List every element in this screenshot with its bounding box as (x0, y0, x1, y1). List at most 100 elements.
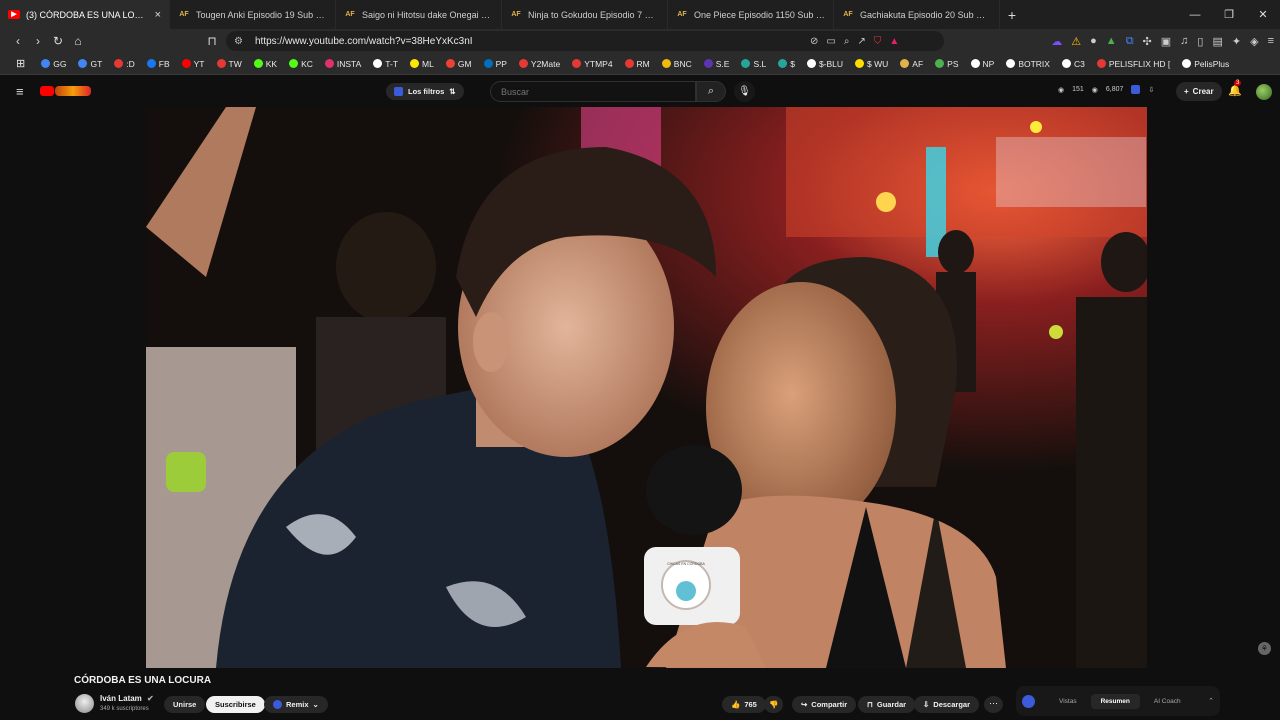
bookmark-item[interactable]: GG (35, 59, 72, 69)
apps-grid-icon[interactable]: ⊞ (10, 57, 35, 70)
bookmark-item[interactable]: INSTA (319, 59, 367, 69)
minimize-icon[interactable]: — (1178, 9, 1212, 21)
home-icon[interactable]: ⌂ (68, 34, 88, 48)
more-actions-button[interactable]: ⋯ (984, 696, 1003, 713)
channel-name[interactable]: Iván Latam ✔ (100, 694, 154, 703)
tab-ai-coach[interactable]: AI Coach (1144, 694, 1191, 709)
brave-shield-icon[interactable]: ⛉ (874, 36, 882, 47)
bookmark-item[interactable]: C3 (1056, 59, 1091, 69)
remix-button[interactable]: Remix ⌄ (264, 696, 328, 713)
account-avatar[interactable] (1256, 84, 1272, 100)
zoom-icon[interactable]: ⌕ (844, 36, 850, 47)
browser-tab[interactable]: AF Ninja to Gokudou Episodio 7 Sub Esp (502, 0, 668, 29)
bookmark-item[interactable]: KC (283, 59, 319, 69)
bookmark-item[interactable]: T-T (367, 59, 404, 69)
leo-ai-icon[interactable]: ✦ (1232, 35, 1241, 48)
new-tab-icon[interactable]: + (1000, 7, 1024, 23)
bookmark-item[interactable]: TW (211, 59, 248, 69)
browser-tab[interactable]: ▶ (3) CÓRDOBA ES UNA LOCURA × (0, 0, 170, 29)
dislike-button[interactable]: 👎 (764, 696, 784, 713)
guide-menu-icon[interactable]: ≡ (16, 84, 24, 99)
share-button[interactable]: ↪ Compartir (792, 696, 857, 713)
vpn-icon[interactable]: ◈ (1250, 35, 1258, 48)
bookmark-item[interactable]: GT (72, 59, 108, 69)
cast-icon[interactable]: ▭ (826, 36, 835, 47)
extension-icon[interactable] (1131, 85, 1141, 94)
voice-search-button[interactable]: 🎙 (734, 81, 755, 102)
save-button[interactable]: ⊓ Guardar (858, 696, 916, 713)
tab-views[interactable]: Vistas (1049, 694, 1087, 709)
extension-chart-icon[interactable]: ▲ (1106, 35, 1117, 47)
bookmark-item[interactable]: $ (772, 59, 801, 69)
browser-tab[interactable]: AF One Piece Episodio 1150 Sub Españo (668, 0, 834, 29)
bookmark-item[interactable]: NP (965, 59, 1001, 69)
site-settings-icon[interactable]: ⚙ (234, 36, 243, 47)
bookmark-item[interactable]: Y2Mate (513, 59, 566, 69)
download-button[interactable]: ⇩ Descargar (914, 696, 979, 713)
bookmark-item[interactable]: FB (141, 59, 176, 69)
notifications-button[interactable]: 🔔 3 (1228, 80, 1242, 97)
bookmark-item[interactable]: PelisPlus (1176, 59, 1235, 69)
bookmark-icon (518, 59, 528, 68)
bookmark-item[interactable]: BNC (656, 59, 698, 69)
bookmark-item[interactable]: RM (619, 59, 656, 69)
subscribe-button[interactable]: Suscribirse (206, 696, 265, 713)
close-window-icon[interactable]: ✕ (1246, 8, 1280, 21)
share-icon[interactable]: ↗ (857, 36, 865, 47)
extension-box-icon[interactable]: ▣ (1161, 35, 1171, 48)
bookmark-page-icon[interactable]: ⊓ (202, 34, 222, 48)
bookmark-item[interactable]: YTMP4 (566, 59, 618, 69)
chevron-up-icon[interactable]: ⌃ (1208, 697, 1214, 705)
tab-title: One Piece Episodio 1150 Sub Españo (694, 9, 825, 20)
like-button[interactable]: 👍 765 (722, 696, 766, 713)
extension-circle-icon[interactable]: ● (1090, 35, 1097, 47)
bookmark-item[interactable]: $-BLU (801, 59, 849, 69)
bookmark-item[interactable]: $ WU (849, 59, 894, 69)
browser-tab[interactable]: AF Tougen Anki Episodio 19 Sub Españo (170, 0, 336, 29)
eye-off-icon[interactable]: ⊘ (810, 36, 818, 47)
bookmark-item[interactable]: YT (176, 59, 211, 69)
extension-cloud-icon[interactable]: ☁ (1051, 35, 1062, 48)
bookmark-item[interactable]: AF (894, 59, 929, 69)
tab-summary[interactable]: Resumen (1090, 693, 1140, 709)
sidebar-icon[interactable]: ▯ (1197, 35, 1203, 48)
search-button[interactable]: ⌕ (696, 81, 726, 102)
bookmark-item[interactable]: :D (108, 59, 141, 69)
search-input[interactable] (490, 81, 696, 102)
extension-warning-icon[interactable]: ⚠ (1071, 35, 1081, 48)
rewards-icon[interactable]: ▲ (889, 36, 899, 47)
extensions-puzzle-icon[interactable]: ✣ (1143, 35, 1152, 48)
browser-tab[interactable]: AF Gachiakuta Episodio 20 Sub Españo (834, 0, 1000, 29)
restore-icon[interactable]: ❐ (1212, 8, 1246, 21)
back-icon[interactable]: ‹ (8, 34, 28, 48)
bookmark-item[interactable]: GM (440, 59, 478, 69)
wallet-icon[interactable]: ▤ (1212, 35, 1222, 48)
bookmark-item[interactable]: KK (248, 59, 283, 69)
bookmark-item[interactable]: S.E (698, 59, 736, 69)
browser-tab-strip: ▶ (3) CÓRDOBA ES UNA LOCURA × AF Tougen … (0, 0, 1280, 29)
extension-translate-icon[interactable]: ⧉ (1126, 35, 1134, 48)
bookmark-item[interactable]: PS (929, 59, 964, 69)
join-button[interactable]: Unirse (164, 696, 206, 713)
filters-button[interactable]: Los filtros ⇅ (386, 83, 464, 100)
bookmark-item[interactable]: BOTRIX (1000, 59, 1056, 69)
menu-icon[interactable]: ≡ (1268, 35, 1274, 47)
ambient-mode-icon[interactable]: ⚘ (1258, 642, 1271, 655)
reload-icon[interactable]: ↻ (48, 34, 68, 48)
bookmark-item[interactable]: ML (404, 59, 440, 69)
bell-icon: 🔔 (1228, 85, 1242, 97)
media-music-icon[interactable]: ♫ (1180, 35, 1188, 47)
video-player[interactable]: CHICAS EN CÓRDOBA (146, 107, 1147, 668)
channel-avatar[interactable] (75, 694, 94, 713)
bookmark-item[interactable]: PELISFLIX HD [ (1091, 59, 1176, 69)
bookmark-item[interactable]: PP (478, 59, 513, 69)
tab-title: Gachiakuta Episodio 20 Sub Españo (860, 9, 991, 20)
close-tab-icon[interactable]: × (155, 9, 161, 21)
bookmark-item[interactable]: S.L (735, 59, 772, 69)
forward-icon[interactable]: › (28, 34, 48, 48)
browser-tab[interactable]: AF Saigo ni Hitotsu dake Onegai shitem (336, 0, 502, 29)
download-icon[interactable]: ⇩ (1148, 86, 1154, 94)
ai-extension-icon[interactable] (1022, 694, 1035, 708)
youtube-logo[interactable] (40, 85, 92, 97)
create-button[interactable]: + Crear (1176, 82, 1222, 101)
